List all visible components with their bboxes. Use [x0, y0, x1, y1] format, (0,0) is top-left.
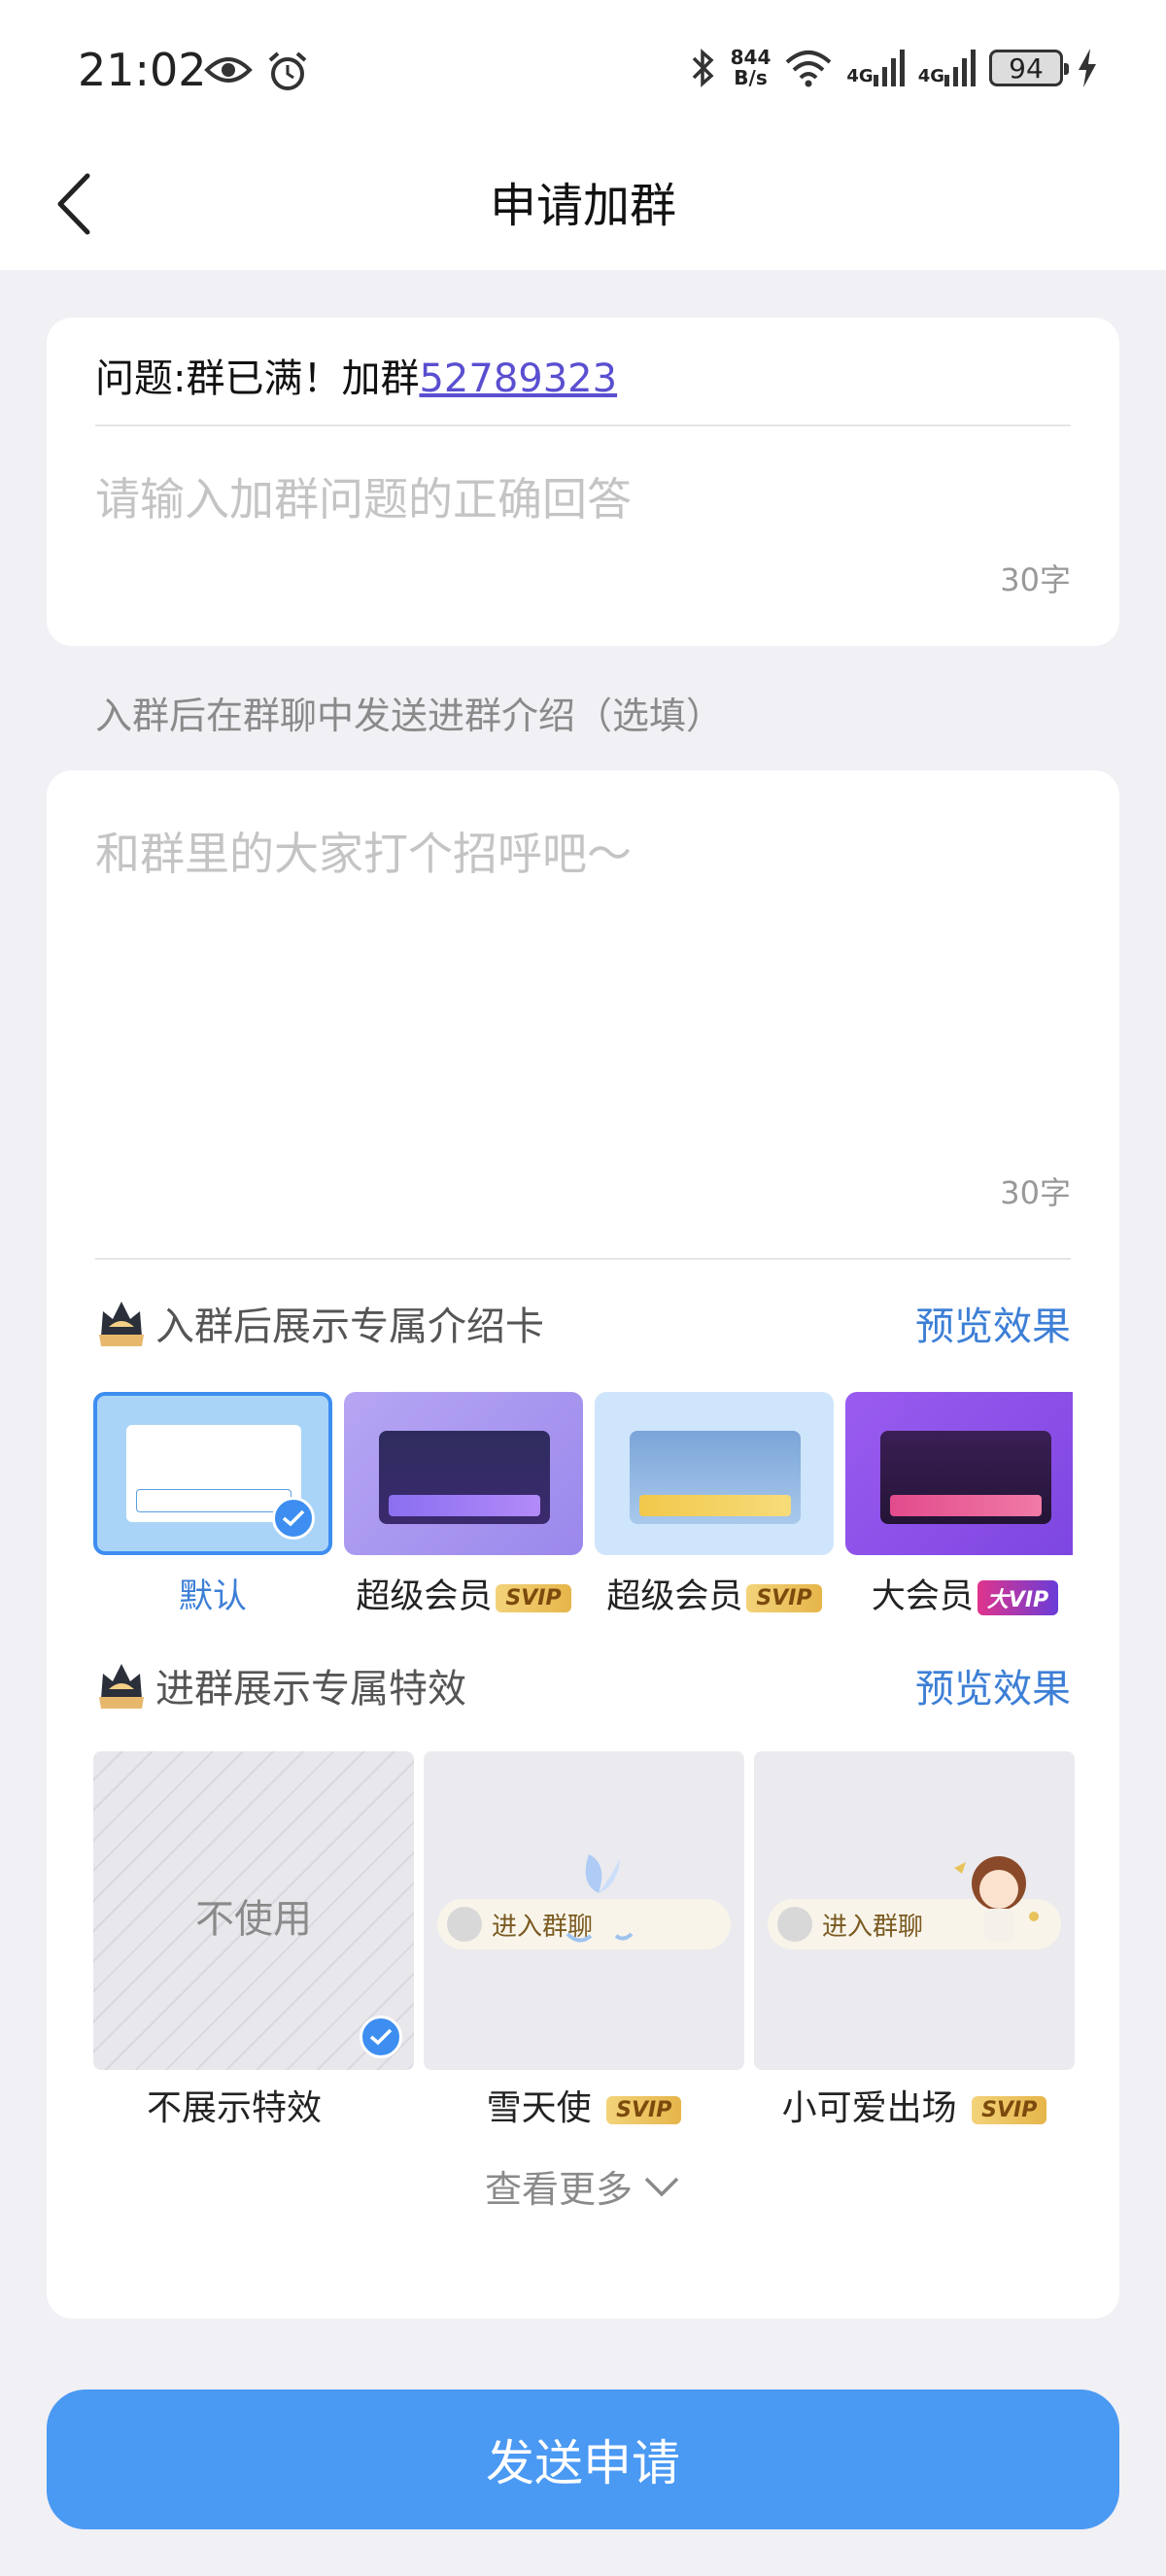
effect-label: 不展示特效: [146, 2088, 322, 2128]
alarm-icon: [268, 51, 307, 90]
snow-angel-icon: [566, 1854, 634, 1943]
check-icon: [369, 2028, 393, 2046]
intro-card-option-svip-2[interactable]: 超级会员 SVIP: [595, 1392, 834, 1615]
status-time: 21:02: [78, 44, 207, 96]
effects-title: 进群展示专属特效: [155, 1667, 466, 1712]
speed-unit: B/s: [734, 66, 768, 89]
bluetooth-icon: [692, 49, 714, 87]
avatar: [447, 1907, 482, 1942]
pill-text: 进入群聊: [822, 1912, 924, 1942]
effect-option-cutie[interactable]: 进入群聊 小可爱出场 SVIP: [754, 1751, 1075, 2140]
crown-icon: [99, 1302, 144, 1346]
effect-label-text: 小可爱出场: [781, 2088, 957, 2128]
effect-label: 小可爱出场 SVIP: [754, 2080, 1075, 2130]
intro-card-caption-wrap: 默认: [93, 1392, 332, 1615]
crown-icon: [99, 1664, 144, 1709]
intro-card-label: 超级会员 SVIP: [595, 1569, 834, 1615]
big-vip-badge: 大VIP: [977, 1580, 1059, 1615]
intro-card-option-svip-1[interactable]: 超级会员 SVIP: [344, 1392, 583, 1615]
intro-card-label: 默认: [178, 1577, 247, 1615]
answer-input[interactable]: [95, 473, 1071, 525]
effect-thumbnail: 不使用: [93, 1751, 414, 2070]
svip-badge: SVIP: [746, 1583, 822, 1612]
eye-icon: [204, 57, 253, 83]
intro-card-caption-wrap: 大会员 大VIP: [845, 1392, 1073, 1615]
signal-bars-icon: [873, 50, 905, 86]
chevron-down-icon: [644, 2177, 679, 2196]
status-right-icons: 844 B/s 4G 4G 94: [690, 47, 1098, 89]
signal-bars-icon: [944, 50, 976, 86]
effect-thumbnail: 进入群聊: [424, 1751, 744, 2070]
group-number-link[interactable]: 52789323: [419, 356, 617, 401]
intro-card-option-default[interactable]: 默认: [93, 1392, 332, 1615]
network-type-2: 4G: [917, 66, 944, 86]
battery-indicator: 94: [989, 50, 1069, 86]
answer-char-count: 30字: [1000, 561, 1071, 598]
wifi-icon: [786, 51, 832, 87]
see-more-label: 查看更多: [484, 2168, 633, 2211]
intro-card-caption-wrap: 超级会员 SVIP: [344, 1392, 583, 1615]
svip-badge: SVIP: [496, 1583, 571, 1612]
intro-card-label-text: 超级会员: [606, 1577, 743, 1615]
intro-card-label-text: 大会员: [871, 1577, 974, 1615]
status-left-icons: [204, 51, 309, 93]
signal-1: 4G: [846, 50, 905, 86]
intro-card-label: 大会员 大VIP: [845, 1569, 1073, 1615]
charging-icon: [1079, 49, 1096, 87]
see-more-button[interactable]: 查看更多: [47, 2159, 1119, 2213]
effects-title-group: 进群展示专属特效: [95, 1657, 466, 1713]
question-text: 问题:群已满！加群52789323: [95, 347, 617, 403]
page-title: 申请加群: [489, 179, 676, 233]
avatar: [777, 1907, 812, 1942]
svip-badge: SVIP: [606, 2095, 682, 2124]
effects-preview-link[interactable]: 预览效果: [915, 1657, 1071, 1713]
nav-bar: 申请加群: [0, 146, 1166, 270]
intro-card-list: 默认 超级会员 SVIP 超级会员 SVIP 大会员 大VIP: [93, 1392, 1073, 1615]
speed-value: 844: [730, 46, 772, 69]
intro-card-label: 超级会员 SVIP: [344, 1569, 583, 1615]
status-bar: 21:02 844 B/s 4G 4G 94: [0, 0, 1166, 146]
effect-label-text: 雪天使: [486, 2088, 592, 2128]
divider: [95, 1258, 1071, 1260]
network-speed: 844 B/s: [731, 48, 772, 88]
intro-card-title-group: 入群后展示专属介绍卡: [95, 1295, 544, 1351]
intro-card-title: 入群后展示专属介绍卡: [155, 1305, 544, 1349]
effect-option-none[interactable]: 不使用 不展示特效: [93, 1751, 414, 2140]
question-card: 问题:群已满！加群52789323 30字: [47, 318, 1119, 646]
intro-char-count: 30字: [1000, 1174, 1071, 1211]
intro-section-label: 入群后在群聊中发送进群介绍（选填）: [95, 695, 724, 737]
send-request-button[interactable]: 发送申请: [47, 2390, 1119, 2529]
effect-label: 雪天使 SVIP: [424, 2080, 744, 2130]
effects-header: 进群展示专属特效 预览效果: [95, 1657, 1071, 1713]
intro-card-option-big-vip[interactable]: 大会员 大VIP: [845, 1392, 1073, 1615]
network-type-1: 4G: [846, 66, 874, 86]
effect-option-snow-angel[interactable]: 进入群聊 雪天使 SVIP: [424, 1751, 744, 2140]
selected-check-icon: [360, 2016, 402, 2058]
intro-textarea[interactable]: [95, 819, 1071, 1110]
signal-2: 4G: [918, 50, 976, 86]
intro-card-preview-link[interactable]: 预览效果: [915, 1295, 1071, 1351]
effect-none-text: 不使用: [195, 1897, 312, 1942]
svip-badge: SVIP: [972, 2095, 1047, 2124]
intro-card-header: 入群后展示专属介绍卡 预览效果: [95, 1295, 1071, 1351]
intro-card-label-text: 超级会员: [356, 1577, 493, 1615]
divider: [95, 424, 1071, 426]
intro-card-caption-wrap: 超级会员 SVIP: [595, 1392, 834, 1615]
intro-card-panel: 30字 入群后展示专属介绍卡 预览效果 默认: [47, 770, 1119, 2319]
effect-thumbnail: 进入群聊: [754, 1751, 1075, 2070]
question-label: 问题:群已满！加群: [95, 356, 420, 401]
effects-list: 不使用 不展示特效 进入群聊 雪天使 SVIP 进入群聊 小可爱出场 SVIP: [93, 1751, 1075, 2140]
cute-character-icon: [954, 1856, 1039, 1942]
